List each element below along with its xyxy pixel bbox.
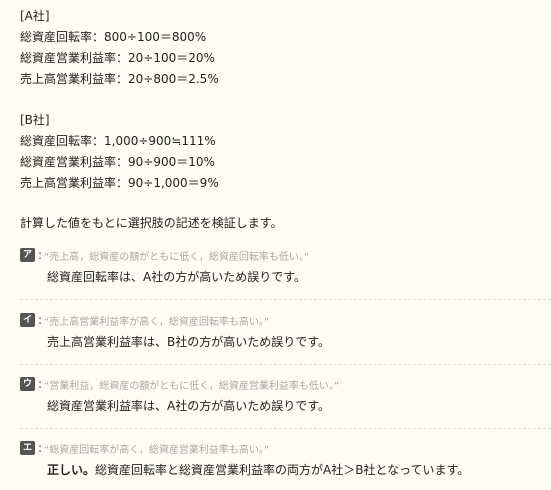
choice-u-colon: :	[38, 377, 43, 391]
choice-e-answer: 正しい。総資産回転率と総資産営業利益率の両方がA社＞B社となっています。	[47, 461, 551, 478]
divider	[20, 299, 551, 300]
choice-a: ア : “売上高，総資産の額がともに低く，総資産回転率も低い。” 総資産回転率は…	[20, 245, 551, 285]
company-a-asset-turnover: 総資産回転率：800÷100＝800%	[20, 30, 207, 44]
choice-i-answer: 売上高営業利益率は、B社の方が高いため誤りです。	[47, 333, 551, 350]
choice-i-badge: イ	[20, 313, 35, 327]
choice-u-answer: 総資産営業利益率は、A社の方が高いため誤りです。	[47, 397, 551, 414]
choice-i: イ : “売上高営業利益率が高く，総資産回転率も高い。” 売上高営業利益率は、B…	[20, 310, 551, 350]
company-b-label: [B社]	[20, 113, 50, 127]
choice-a-answer: 総資産回転率は、A社の方が高いため誤りです。	[47, 268, 551, 285]
company-b-operating-margin: 売上高営業利益率：90÷1,000＝9%	[20, 176, 219, 190]
choice-u-question: ウ : “営業利益，総資産の額がともに低く，総資産営業利益率も低い。”	[20, 374, 551, 394]
choice-e-answer-text: 総資産回転率と総資産営業利益率の両方がA社＞B社となっています。	[95, 463, 470, 477]
choice-u-answer-text: 総資産営業利益率は、A社の方が高いため誤りです。	[47, 399, 331, 413]
choice-u-badge: ウ	[20, 377, 35, 391]
divider	[20, 428, 551, 429]
choice-i-colon: :	[38, 313, 43, 327]
company-b-block: [B社] 総資産回転率：1,000÷900≒111% 総資産営業利益率：90÷9…	[20, 110, 219, 194]
choice-a-question: ア : “売上高，総資産の額がともに低く，総資産回転率も低い。”	[20, 245, 551, 265]
choice-u-quote: “営業利益，総資産の額がともに低く，総資産営業利益率も低い。”	[44, 380, 340, 392]
choice-a-answer-text: 総資産回転率は、A社の方が高いため誤りです。	[47, 270, 307, 284]
choice-e-answer-strong: 正しい。	[47, 463, 96, 477]
choice-i-question: イ : “売上高営業利益率が高く，総資産回転率も高い。”	[20, 310, 551, 330]
choice-i-answer-text: 売上高営業利益率は、B社の方が高いため誤りです。	[47, 335, 331, 349]
company-a-block: [A社] 総資産回転率：800÷100＝800% 総資産営業利益率：20÷100…	[20, 6, 219, 90]
choice-e-colon: :	[38, 441, 43, 455]
choice-e-badge: エ	[20, 441, 35, 455]
choice-a-quote: “売上高，総資産の額がともに低く，総資産回転率も低い。”	[44, 251, 310, 263]
divider	[20, 364, 551, 365]
company-b-roa: 総資産営業利益率：90÷900＝10%	[20, 155, 215, 169]
choice-a-colon: :	[38, 248, 43, 262]
choice-e-quote: “総資産回転率が高く，総資産営業利益率も高い。”	[44, 444, 270, 456]
company-a-roa: 総資産営業利益率：20÷100＝20%	[20, 51, 215, 65]
intro-text: 計算した値をもとに選択肢の記述を検証します。	[20, 216, 283, 230]
company-b-asset-turnover: 総資産回転率：1,000÷900≒111%	[20, 134, 216, 148]
choice-e: エ : “総資産回転率が高く，総資産営業利益率も高い。” 正しい。総資産回転率と…	[20, 438, 551, 478]
company-a-operating-margin: 売上高営業利益率：20÷800＝2.5%	[20, 72, 219, 86]
choice-a-badge: ア	[20, 248, 35, 262]
choice-e-question: エ : “総資産回転率が高く，総資産営業利益率も高い。”	[20, 438, 551, 458]
company-a-label: [A社]	[20, 9, 50, 23]
choice-i-quote: “売上高営業利益率が高く，総資産回転率も高い。”	[44, 316, 270, 328]
choice-u: ウ : “営業利益，総資産の額がともに低く，総資産営業利益率も低い。” 総資産営…	[20, 374, 551, 414]
